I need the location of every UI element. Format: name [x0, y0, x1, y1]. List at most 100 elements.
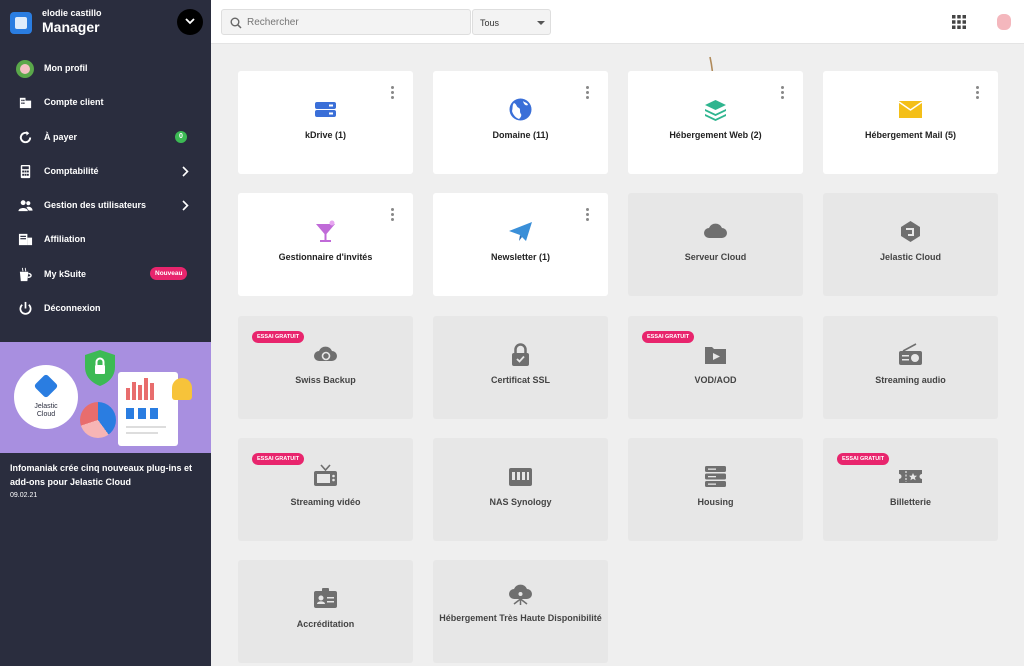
product-card-housing[interactable]: Housing	[628, 438, 803, 541]
product-card-nas-synology[interactable]: NAS Synology	[433, 438, 608, 541]
app-title: Manager	[42, 19, 100, 35]
mail-envelope-icon	[898, 101, 923, 118]
building-icon	[19, 98, 32, 109]
product-label: Hébergement Très Haute Disponibilité	[439, 613, 602, 623]
sidebar-item-affiliation[interactable]: Affiliation	[0, 223, 211, 257]
product-label: Housing	[697, 497, 734, 507]
sidebar-header: elodie castillo Manager	[0, 0, 211, 44]
refresh-icon	[19, 130, 32, 143]
search-icon	[230, 17, 242, 29]
sidebar-item-label: My kSuite	[44, 268, 87, 279]
more-menu-icon[interactable]	[583, 86, 591, 100]
nas-icon	[509, 468, 532, 486]
sidebar-item-gestion-utilisateurs[interactable]: Gestion des utilisateurs	[0, 189, 211, 223]
product-card-kdrive[interactable]: kDrive (1)	[238, 71, 413, 174]
sidebar: elodie castillo Manager Mon profil Compt…	[0, 0, 211, 666]
jelastic-cube-icon	[33, 373, 59, 399]
more-menu-icon[interactable]	[388, 208, 396, 222]
sidebar-item-my-ksuite[interactable]: My kSuite Nouveau	[0, 258, 211, 292]
product-label: Billetterie	[889, 497, 931, 507]
sidebar-item-comptabilite[interactable]: Comptabilité	[0, 155, 211, 189]
backup-cloud-icon	[314, 346, 337, 361]
sidebar-menu: Mon profil Compte client À payer 0 Compt…	[0, 52, 211, 326]
user-name: elodie castillo	[42, 8, 102, 18]
product-label: Accréditation	[296, 619, 355, 629]
user-avatar[interactable]	[992, 10, 1016, 34]
product-label: Streaming vidéo	[290, 497, 361, 507]
product-card-streaming-video[interactable]: ESSAI GRATUIT Streaming vidéo	[238, 438, 413, 541]
product-card-domaine[interactable]: Domaine (11)	[433, 71, 608, 174]
jelastic-logo-text: Jelastic Cloud	[34, 403, 58, 418]
product-label: Hébergement Mail (5)	[864, 130, 957, 140]
ha-cloud-icon	[509, 584, 532, 605]
sidebar-item-mon-profil[interactable]: Mon profil	[0, 52, 211, 86]
free-trial-badge: ESSAI GRATUIT	[252, 331, 305, 343]
sidebar-item-compte-client[interactable]: Compte client	[0, 86, 211, 120]
pie-chart-illustration	[80, 402, 116, 438]
product-label: Newsletter (1)	[490, 252, 551, 262]
product-card-serveur-cloud[interactable]: Serveur Cloud	[628, 193, 803, 296]
globe-icon	[509, 98, 532, 121]
filter-select[interactable]: Tous	[472, 9, 551, 35]
power-icon	[19, 302, 32, 315]
ticket-icon	[899, 470, 922, 483]
cocktail-icon	[316, 220, 335, 242]
sidebar-item-label: Affiliation	[44, 234, 86, 245]
product-card-hebergement-web[interactable]: Hébergement Web (2)	[628, 71, 803, 174]
product-card-billetterie[interactable]: ESSAI GRATUIT Billetterie	[823, 438, 998, 541]
product-card-newsletter[interactable]: Newsletter (1)	[433, 193, 608, 296]
top-bar: Tous	[211, 0, 1024, 44]
sidebar-item-label: Déconnexion	[44, 303, 101, 314]
jelastic-cube-icon	[901, 221, 920, 242]
sidebar-item-a-payer[interactable]: À payer 0	[0, 121, 211, 155]
affiliation-icon	[18, 234, 33, 246]
chevron-right-icon	[182, 200, 189, 211]
product-card-certificat-ssl[interactable]: Certificat SSL	[433, 316, 608, 419]
product-label: Swiss Backup	[295, 375, 356, 385]
cloud-icon	[704, 223, 727, 238]
web-hosting-layers-icon	[705, 100, 726, 121]
product-card-swiss-backup[interactable]: ESSAI GRATUIT Swiss Backup	[238, 316, 413, 419]
padlock-icon	[512, 343, 529, 366]
sidebar-item-deconnexion[interactable]: Déconnexion	[0, 292, 211, 326]
search-box[interactable]	[221, 9, 471, 35]
product-label: VOD/AOD	[694, 375, 737, 385]
new-badge: Nouveau	[150, 266, 188, 280]
video-folder-icon	[705, 347, 726, 364]
product-label: Hébergement Web (2)	[669, 130, 762, 140]
id-badge-icon	[314, 588, 337, 608]
promo-banner-image[interactable]: Jelastic Cloud	[0, 342, 211, 453]
apps-grid-icon[interactable]	[952, 15, 966, 29]
bar-chart-illustration	[126, 378, 166, 434]
product-card-jelastic-cloud[interactable]: Jelastic Cloud	[823, 193, 998, 296]
radio-icon	[899, 343, 922, 365]
account-switcher-button[interactable]	[177, 9, 203, 35]
product-label: Serveur Cloud	[684, 252, 747, 262]
product-card-hebergement-haute-disponibilite[interactable]: Hébergement Très Haute Disponibilité	[433, 560, 608, 663]
sidebar-item-label: Gestion des utilisateurs	[44, 200, 147, 211]
more-menu-icon[interactable]	[973, 86, 981, 100]
product-label: Gestionnaire d'invités	[278, 252, 373, 262]
promo-title[interactable]: Infomaniak crée cinq nouveaux plug-ins e…	[10, 461, 205, 489]
product-label: Jelastic Cloud	[879, 252, 942, 262]
product-card-accreditation[interactable]: Accréditation	[238, 560, 413, 663]
search-input[interactable]	[247, 13, 462, 31]
product-card-streaming-audio[interactable]: Streaming audio	[823, 316, 998, 419]
product-card-gestionnaire-invites[interactable]: Gestionnaire d'invités	[238, 193, 413, 296]
free-trial-badge: ESSAI GRATUIT	[252, 453, 305, 465]
product-label: kDrive (1)	[304, 130, 347, 140]
caret-down-icon	[537, 21, 545, 25]
more-menu-icon[interactable]	[583, 208, 591, 222]
report-document-illustration	[118, 372, 178, 446]
sidebar-item-label: Compte client	[44, 97, 104, 108]
tv-icon	[314, 464, 337, 486]
more-menu-icon[interactable]	[388, 86, 396, 100]
chevron-down-icon	[185, 18, 195, 25]
product-label: Streaming audio	[875, 375, 946, 385]
shield-lock-icon	[85, 350, 115, 386]
product-card-hebergement-mail[interactable]: Hébergement Mail (5)	[823, 71, 998, 174]
more-menu-icon[interactable]	[778, 86, 786, 100]
infomaniak-logo-icon[interactable]	[10, 12, 32, 34]
product-card-vod-aod[interactable]: ESSAI GRATUIT VOD/AOD	[628, 316, 803, 419]
kdrive-icon	[315, 102, 336, 117]
